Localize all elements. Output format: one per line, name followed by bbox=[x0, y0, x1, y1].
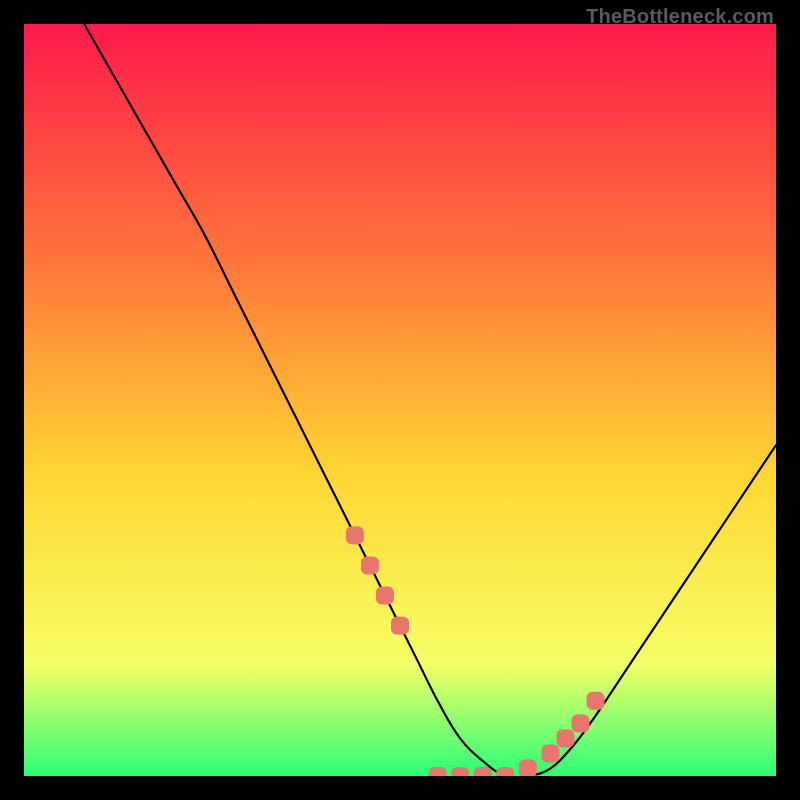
data-marker bbox=[391, 617, 409, 635]
plot-background bbox=[24, 24, 776, 776]
data-marker bbox=[376, 587, 394, 605]
data-marker bbox=[346, 526, 364, 544]
chart-frame: TheBottleneck.com bbox=[0, 0, 800, 800]
data-marker bbox=[541, 744, 559, 762]
data-marker bbox=[496, 767, 514, 776]
data-marker bbox=[587, 692, 605, 710]
plot-area bbox=[24, 24, 776, 776]
data-marker bbox=[361, 556, 379, 574]
data-marker bbox=[556, 729, 574, 747]
data-marker bbox=[474, 767, 492, 776]
data-marker bbox=[451, 767, 469, 776]
chart-svg bbox=[24, 24, 776, 776]
data-marker bbox=[571, 714, 589, 732]
data-marker bbox=[519, 759, 537, 776]
data-marker bbox=[429, 767, 447, 776]
